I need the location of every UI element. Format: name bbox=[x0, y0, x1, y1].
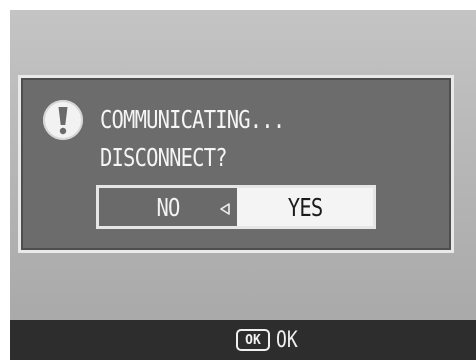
no-button-label: NO bbox=[156, 192, 180, 222]
yes-button-label: YES bbox=[287, 192, 323, 222]
message-disconnect-question: DISCONNECT? bbox=[100, 143, 228, 172]
ok-hint[interactable]: OK OK bbox=[236, 327, 303, 353]
ok-label: OK bbox=[276, 327, 298, 353]
no-button[interactable]: NO bbox=[99, 188, 237, 226]
exclamation-icon bbox=[43, 100, 83, 140]
disconnect-dialog: COMMUNICATING... DISCONNECT? NO YES bbox=[18, 75, 454, 253]
yes-button[interactable]: YES bbox=[237, 188, 373, 226]
footer-bar: OK OK bbox=[10, 320, 476, 360]
choice-group: NO YES bbox=[96, 185, 376, 229]
ok-key-label: OK bbox=[245, 332, 261, 348]
camera-screen: COMMUNICATING... DISCONNECT? NO YES OK O… bbox=[0, 0, 476, 360]
ok-button-icon: OK bbox=[236, 329, 270, 351]
message-communicating: COMMUNICATING... bbox=[100, 105, 285, 134]
triangle-pointer-icon bbox=[219, 202, 231, 220]
